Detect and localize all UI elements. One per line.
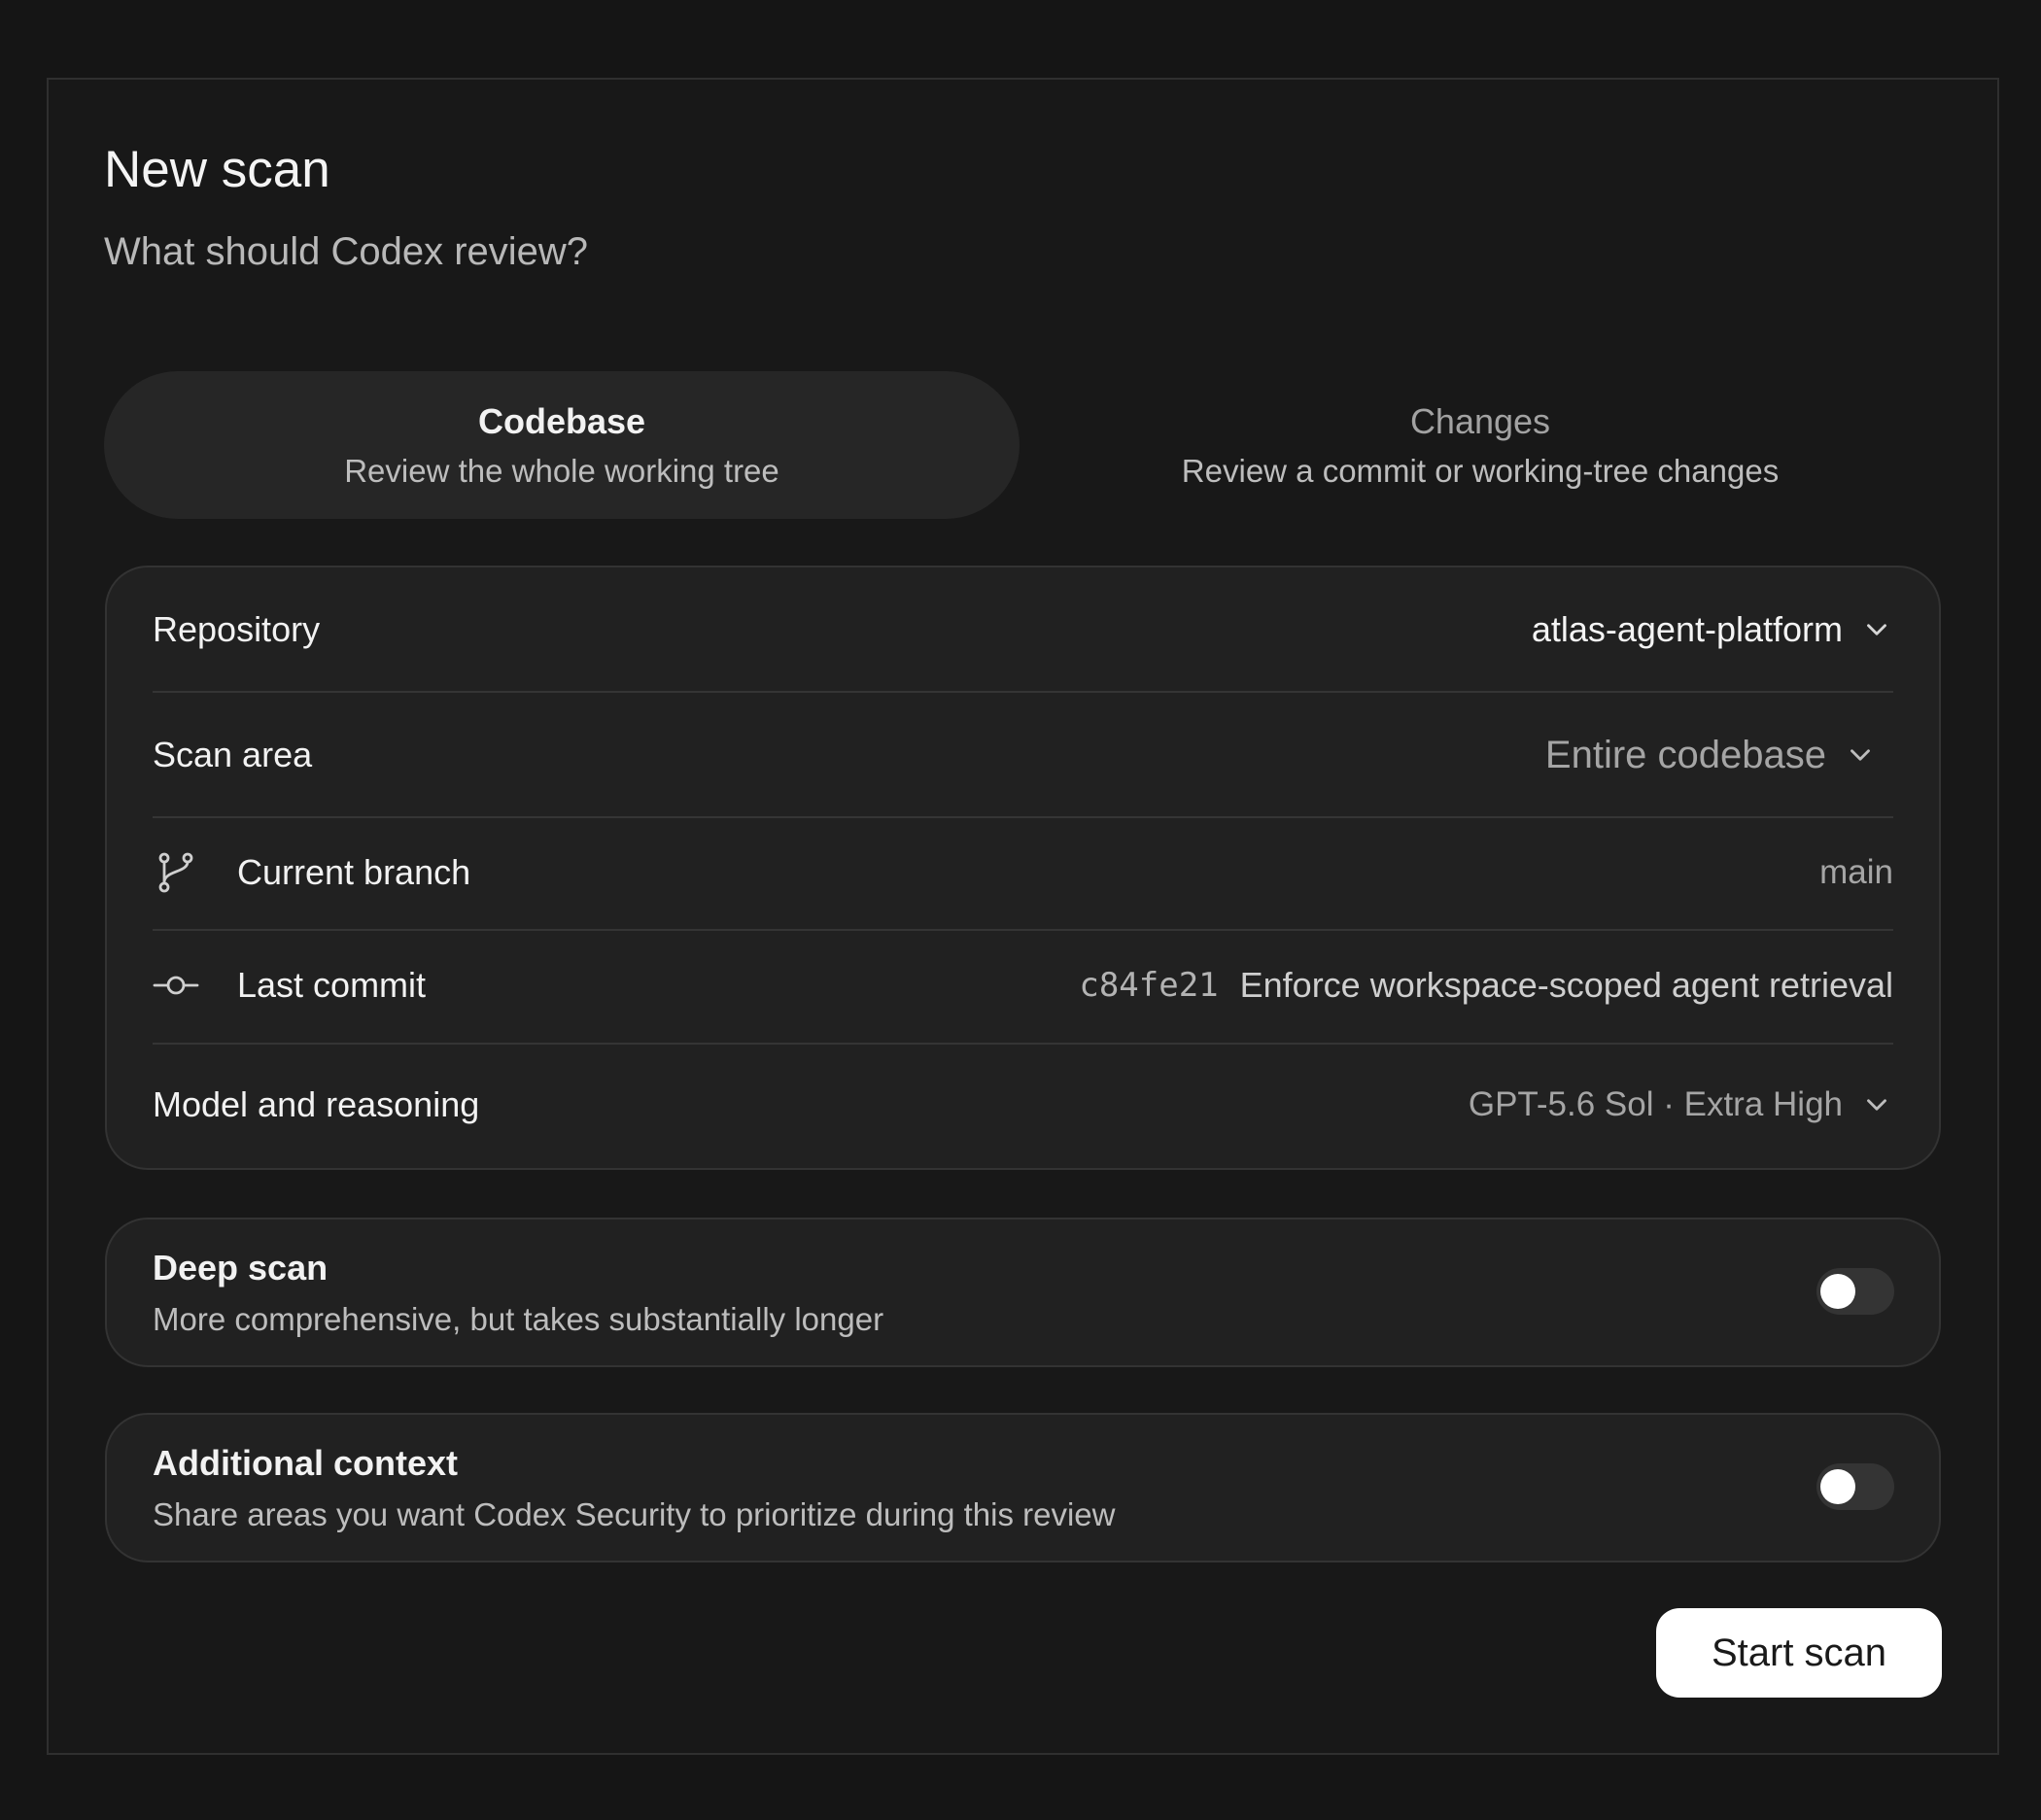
divider [153,691,1893,693]
scan-area-select[interactable]: Entire codebase [1545,734,1877,777]
divider [153,816,1893,818]
repository-row: Repository atlas-agent-platform [153,601,1893,659]
repository-select[interactable]: atlas-agent-platform [1532,609,1893,650]
model-label: Model and reasoning [153,1084,480,1124]
page-title: New scan [104,141,330,198]
deep-scan-toggle[interactable] [1816,1268,1894,1315]
current-branch-value: main [1819,853,1893,891]
start-scan-button[interactable]: Start scan [1656,1608,1942,1698]
scan-area-row: Scan area Entire codebase [153,723,1893,787]
toggle-knob [1820,1469,1855,1504]
current-branch-row: Current branch main [153,843,1893,902]
model-value: GPT-5.6 Sol · Extra High [1468,1085,1843,1123]
scan-area-label: Scan area [153,735,313,774]
additional-context-toggle[interactable] [1816,1463,1894,1510]
git-branch-icon [158,852,193,893]
additional-context-title: Additional context [153,1443,458,1483]
repository-value: atlas-agent-platform [1531,609,1843,649]
last-commit-row: Last commit c84fe21 Enforce workspace-sc… [153,956,1893,1014]
commit-message: Enforce workspace-scoped agent retrieval [1239,965,1893,1005]
commit-hash: c84fe21 [1079,966,1219,1005]
tab-codebase[interactable]: Codebase Review the whole working tree [104,371,1020,519]
current-branch-label: Current branch [237,852,471,892]
scan-settings-card: Repository atlas-agent-platform Scan are… [105,566,1941,1170]
divider [153,1043,1893,1045]
last-commit-value-group: c84fe21 Enforce workspace-scoped agent r… [1079,965,1893,1006]
git-commit-icon [153,976,199,995]
additional-context-description: Share areas you want Codex Security to p… [153,1496,1116,1532]
deep-scan-description: More comprehensive, but takes substantia… [153,1301,884,1337]
tab-codebase-title: Codebase [477,401,646,441]
tab-changes-description: Review a commit or working-tree changes [1181,453,1780,489]
current-branch-value-group: main [1819,853,1893,892]
toggle-knob [1820,1274,1855,1309]
additional-context-card: Additional context Share areas you want … [105,1413,1941,1562]
tab-codebase-description: Review the whole working tree [344,453,779,489]
last-commit-label: Last commit [237,965,427,1005]
divider [153,929,1893,931]
scan-mode-tabs: Codebase Review the whole working tree C… [104,371,1940,519]
tab-changes-title: Changes [1409,401,1551,441]
chevron-down-icon [1851,749,1870,761]
chevron-down-icon [1867,1099,1886,1111]
model-row: Model and reasoning GPT-5.6 Sol · Extra … [153,1076,1893,1134]
scan-area-value: Entire codebase [1544,733,1826,776]
repository-label: Repository [153,609,321,649]
page-subtitle: What should Codex review? [104,230,589,273]
deep-scan-title: Deep scan [153,1248,329,1288]
tab-changes[interactable]: Changes Review a commit or working-tree … [1022,371,1938,519]
deep-scan-card: Deep scan More comprehensive, but takes … [105,1218,1941,1367]
chevron-down-icon [1867,624,1886,635]
model-select[interactable]: GPT-5.6 Sol · Extra High [1469,1085,1893,1124]
